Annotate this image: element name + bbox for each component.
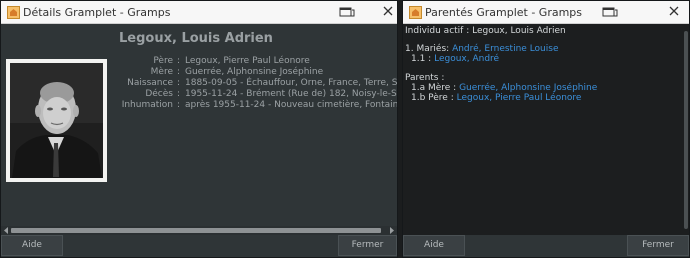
details-content: Legoux, Louis Adrien Père : Legoux, Pier… bbox=[1, 25, 397, 225]
burial-value: après 1955-11-24 - Nouveau cimetière, Fo… bbox=[185, 100, 397, 110]
relations-titlebar[interactable]: Parentés Gramplet - Gramps bbox=[403, 1, 689, 24]
help-button[interactable]: Aide bbox=[1, 235, 63, 256]
undock-icon[interactable] bbox=[602, 6, 618, 18]
separator: : bbox=[177, 89, 181, 99]
mother-link[interactable]: Guerrée, Alphonsine Joséphine bbox=[459, 83, 597, 93]
separator: : bbox=[177, 56, 181, 66]
person-name-heading: Legoux, Louis Adrien bbox=[119, 31, 273, 46]
close-icon[interactable] bbox=[667, 4, 681, 18]
details-gramplet-window: Détails Gramplet - Gramps Legoux, Louis … bbox=[0, 0, 398, 258]
father-value[interactable]: Legoux, Pierre Paul Léonore bbox=[185, 56, 310, 66]
mother-label: Mère bbox=[150, 67, 173, 77]
father-line: 1.b Père : Legoux, Pierre Paul Léonore bbox=[411, 93, 581, 103]
father-prefix: 1.b Père : bbox=[411, 93, 454, 103]
vertical-scrollbar[interactable] bbox=[683, 25, 689, 235]
relations-content: Individu actif : Legoux, Louis Adrien 1.… bbox=[403, 25, 689, 235]
child-line: 1.1 : Legoux, André bbox=[411, 54, 499, 64]
help-button[interactable]: Aide bbox=[403, 235, 465, 256]
undock-icon[interactable] bbox=[339, 6, 355, 18]
details-titlebar[interactable]: Détails Gramplet - Gramps bbox=[1, 1, 397, 24]
separator: : bbox=[177, 100, 181, 110]
relations-window-title: Parentés Gramplet - Gramps bbox=[425, 6, 583, 19]
married-prefix: 1. Mariés: bbox=[405, 44, 450, 54]
death-label: Décès bbox=[145, 89, 173, 99]
gramps-app-icon bbox=[409, 6, 422, 19]
gramps-app-icon bbox=[7, 6, 20, 19]
details-footer: Aide Fermer bbox=[1, 235, 397, 257]
separator: : bbox=[177, 67, 181, 77]
child-prefix: 1.1 : bbox=[411, 54, 432, 64]
details-window-title: Détails Gramplet - Gramps bbox=[23, 6, 171, 19]
scrollbar-thumb[interactable] bbox=[684, 31, 688, 229]
mother-prefix: 1.a Mère : bbox=[411, 83, 457, 93]
scroll-right-icon[interactable] bbox=[389, 227, 395, 234]
separator: : bbox=[177, 78, 181, 88]
child-link[interactable]: Legoux, André bbox=[434, 54, 499, 64]
birth-value: 1885-09-05 - Échauffour, Orne, France, T… bbox=[185, 78, 397, 88]
mother-line: 1.a Mère : Guerrée, Alphonsine Joséphine bbox=[411, 83, 597, 93]
close-button[interactable]: Fermer bbox=[338, 235, 397, 256]
active-person-line: Individu actif : Legoux, Louis Adrien bbox=[405, 26, 566, 36]
death-value: 1955-11-24 - Brément (Rue de) 182, Noisy… bbox=[185, 89, 397, 99]
burial-label: Inhumation bbox=[121, 100, 173, 110]
parents-heading: Parents : bbox=[405, 73, 445, 83]
burial-row: Inhumation : après 1955-11-24 - Nouveau … bbox=[113, 100, 397, 112]
father-label: Père bbox=[153, 56, 173, 66]
birth-label: Naissance bbox=[127, 78, 173, 88]
person-photo[interactable] bbox=[6, 59, 107, 182]
mother-value[interactable]: Guerrée, Alphonsine Joséphine bbox=[185, 67, 323, 77]
relations-footer: Aide Fermer bbox=[403, 235, 689, 257]
father-link[interactable]: Legoux, Pierre Paul Léonore bbox=[457, 93, 582, 103]
close-icon[interactable] bbox=[381, 4, 395, 18]
scroll-left-icon[interactable] bbox=[3, 227, 9, 234]
scrollbar-thumb[interactable] bbox=[11, 228, 381, 233]
relations-gramplet-window: Parentés Gramplet - Gramps Individu acti… bbox=[402, 0, 690, 258]
married-line: 1. Mariés: André, Ernestine Louise bbox=[405, 44, 558, 54]
horizontal-scrollbar[interactable] bbox=[1, 226, 397, 235]
close-button[interactable]: Fermer bbox=[627, 235, 689, 256]
spouse-link[interactable]: André, Ernestine Louise bbox=[452, 44, 558, 54]
